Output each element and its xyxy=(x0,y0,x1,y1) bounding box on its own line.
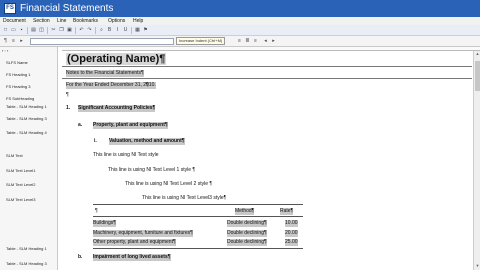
menu-help[interactable]: Help xyxy=(133,18,143,24)
text-nt-line: This line is using NI Text style xyxy=(93,152,159,158)
sidebar-item[interactable]: FS Heading 1 xyxy=(6,72,30,77)
heading-rule xyxy=(62,66,472,67)
new-icon[interactable]: □ xyxy=(2,27,9,34)
style-icon[interactable]: ¶ xyxy=(2,38,9,45)
scroll-thumb[interactable] xyxy=(475,61,480,91)
sidebar-item[interactable]: SLM Text Level2 xyxy=(6,182,36,187)
table-top-border xyxy=(93,204,303,205)
blank-paragraph: ¶ xyxy=(66,92,69,98)
sidebar-item[interactable]: SLM Text xyxy=(6,153,23,158)
year-pilcrow: ¶ xyxy=(146,82,149,88)
sidebar-item[interactable]: Table - SLM Heading 3 xyxy=(6,116,47,121)
sidebar-item[interactable]: SLM Text Level3 xyxy=(6,197,36,202)
sidebar-item[interactable]: Table - SLM Heading 4 xyxy=(6,130,47,135)
align-right-icon[interactable]: ≡ xyxy=(252,38,259,45)
text-level2-line: This line is using NI Text Level 2 style… xyxy=(125,181,213,187)
table-header-cell: ¶ xyxy=(95,208,98,214)
paragraph-icon[interactable]: ≡ xyxy=(10,38,17,45)
menu-bar: Document Section Line Bookmarks Options … xyxy=(0,17,480,25)
sidebar-item[interactable]: Table - SLM Heading 3 xyxy=(6,261,47,266)
table-bottom-border xyxy=(93,248,303,249)
sidebar-header: ▪ ▫ ▪ xyxy=(2,48,9,53)
subsection-title: Impairment of long lived assets¶ xyxy=(93,254,171,261)
preview-icon[interactable]: ◫ xyxy=(38,27,45,34)
table-cell: Double declining¶ xyxy=(227,220,267,227)
style-sidebar: ▪ ▫ ▪ SLFS Name FS Heading 1 FS Heading … xyxy=(0,47,58,270)
ruler xyxy=(62,47,480,51)
operating-name-heading: (Operating Name)¶ xyxy=(66,53,167,65)
increase-indent-icon[interactable]: ▸ xyxy=(270,38,277,45)
menu-bookmarks[interactable]: Bookmarks xyxy=(73,18,98,24)
bold-icon[interactable]: B xyxy=(106,27,113,34)
format-toolbar: ¶ ≡ ▸ Increase Indent (Ctrl+M) ≡ ≣ ≡ ◂ ▸ xyxy=(0,36,480,47)
subsection-letter: b. xyxy=(78,254,83,260)
scroll-up-icon[interactable]: ▲ xyxy=(474,51,480,57)
underline-icon[interactable]: U xyxy=(122,27,129,34)
menu-document[interactable]: Document xyxy=(3,18,26,24)
table-cell: Double declining¶ xyxy=(227,239,267,246)
table-cell: 25.00 xyxy=(285,239,298,246)
paste-icon[interactable]: ▣ xyxy=(66,27,73,34)
subsection-title: Property, plant and equipment¶ xyxy=(93,122,168,129)
sidebar-item[interactable]: Table - SLM Heading 1 xyxy=(6,246,47,251)
table-cell: Double declining¶ xyxy=(227,230,267,237)
sidebar-item[interactable]: SLFS Name xyxy=(6,60,28,65)
bookmark-icon[interactable]: ⚑ xyxy=(142,27,149,34)
app-logo-icon: FS xyxy=(4,3,16,14)
table-header-cell: Method¶ xyxy=(235,208,255,215)
table-cell: 20.00 xyxy=(285,230,298,237)
section-number: 1. xyxy=(66,105,71,111)
menu-section[interactable]: Section xyxy=(33,18,50,24)
sidebar-item[interactable]: Table - SLM Heading 1 xyxy=(6,104,47,109)
year-ended-text: For the Year Ended December 31, 2010. xyxy=(66,82,156,89)
table-header-border xyxy=(93,216,303,217)
toolbar-separator xyxy=(27,27,28,34)
indent-marker-icon[interactable]: ▸ xyxy=(18,38,25,45)
print-icon[interactable]: ▤ xyxy=(30,27,37,34)
table-cell: Other property, plant and equipment¶ xyxy=(93,239,176,246)
table-header-cell: Rate¶ xyxy=(280,208,294,215)
open-icon[interactable]: ▭ xyxy=(10,27,17,34)
window-title: Financial Statements xyxy=(20,3,114,14)
style-selector[interactable] xyxy=(30,38,174,45)
main-toolbar: □ ▭ ▪ ▤ ◫ ✂ ❐ ▣ ↶ ↷ ⌕ B I U ▦ ⚑ xyxy=(0,25,480,36)
toolbar-separator xyxy=(131,27,132,34)
subheading-title: Valuation, method and amount¶ xyxy=(109,138,185,145)
decrease-indent-icon[interactable]: ◂ xyxy=(262,38,269,45)
vertical-scrollbar[interactable]: ▲ ▼ xyxy=(473,51,480,270)
copy-icon[interactable]: ❐ xyxy=(58,27,65,34)
undo-icon[interactable]: ↶ xyxy=(78,27,85,34)
tooltip: Increase Indent (Ctrl+M) xyxy=(176,37,226,45)
align-left-icon[interactable]: ≡ xyxy=(236,38,243,45)
menu-options[interactable]: Options xyxy=(108,18,125,24)
find-icon[interactable]: ⌕ xyxy=(98,27,105,34)
table-cell: 10.00 xyxy=(285,220,298,227)
table-cell: Buildings¶ xyxy=(93,220,116,227)
italic-icon[interactable]: I xyxy=(114,27,121,34)
notes-title: Notes to the Financial Statements¶ xyxy=(66,70,144,77)
text-level3-line: This line is using NI Text Level3 style¶ xyxy=(142,195,227,201)
align-center-icon[interactable]: ≣ xyxy=(244,38,251,45)
sidebar-item[interactable]: SLM Text Level1 xyxy=(6,168,36,173)
save-icon[interactable]: ▪ xyxy=(18,27,25,34)
subheading-number: i. xyxy=(94,138,97,144)
table-icon[interactable]: ▦ xyxy=(134,27,141,34)
menu-line[interactable]: Line xyxy=(57,18,66,24)
document-area[interactable]: (Operating Name)¶ Notes to the Financial… xyxy=(62,52,472,270)
sidebar-item[interactable]: FS SubHeading xyxy=(6,96,34,101)
scroll-down-icon[interactable]: ▼ xyxy=(474,263,480,269)
toolbar-separator xyxy=(75,27,76,34)
subsection-letter: a. xyxy=(78,122,83,128)
notes-rule xyxy=(62,78,472,79)
toolbar-separator xyxy=(47,27,48,34)
table-cell: Machinery, equipment, furniture and fixt… xyxy=(93,230,193,237)
text-level1-line: This line is using NI Text Level 1 style… xyxy=(108,167,196,173)
section-title: Significant Accounting Policies¶ xyxy=(78,105,156,112)
toolbar-separator xyxy=(95,27,96,34)
sidebar-item[interactable]: FS Heading 3 xyxy=(6,84,30,89)
redo-icon[interactable]: ↷ xyxy=(86,27,93,34)
cut-icon[interactable]: ✂ xyxy=(50,27,57,34)
title-bar: FS Financial Statements xyxy=(0,0,480,17)
